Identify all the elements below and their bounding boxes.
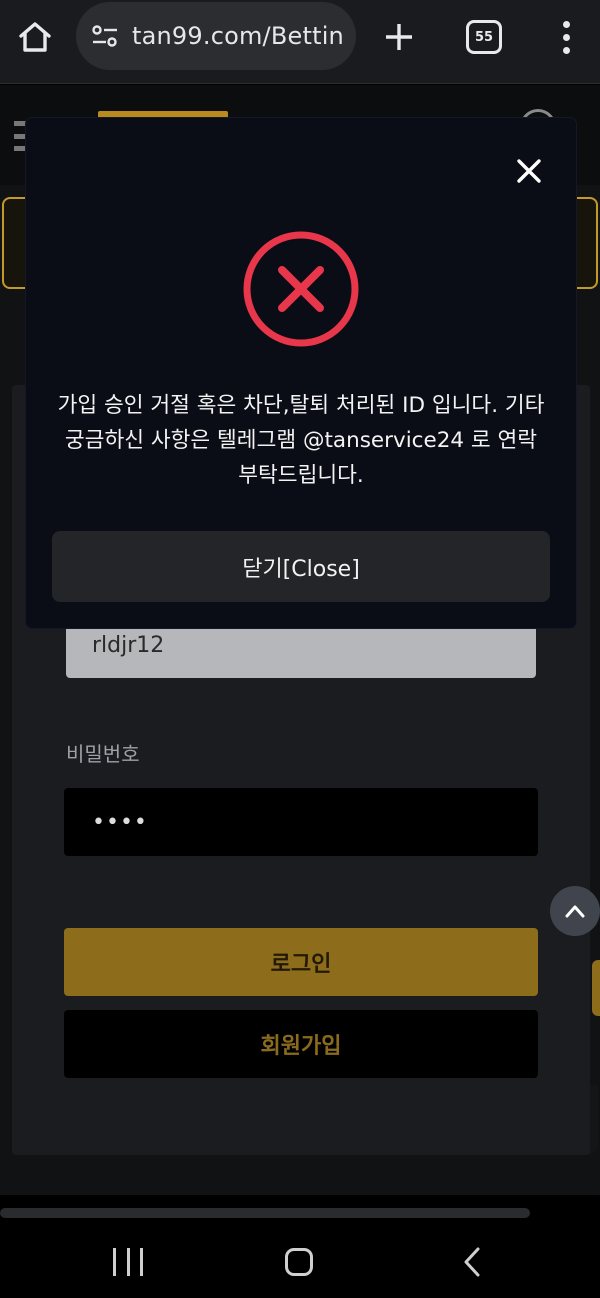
system-nav-bar <box>0 1226 600 1298</box>
more-vert-icon[interactable] <box>550 16 582 58</box>
error-x-circle-icon <box>243 231 359 347</box>
plus-icon <box>386 24 412 50</box>
dialog-message: 가입 승인 거절 혹은 차단,탈퇴 처리된 ID 입니다. 기타 궁금하신 사항… <box>46 388 556 493</box>
tune-icon[interactable] <box>90 21 120 51</box>
login-button-label: 로그인 <box>270 952 332 977</box>
close-button[interactable]: 닫기[Close] <box>52 531 550 602</box>
side-tab[interactable] <box>592 960 600 1016</box>
browser-toolbar: tan99.com/Bettin 55 <box>0 0 600 84</box>
dialog-message-line: 부탁드립니다. <box>238 463 364 488</box>
password-label: 비밀번호 <box>66 742 140 766</box>
tab-count: 55 <box>474 29 494 45</box>
password-input[interactable]: •••• <box>64 788 538 856</box>
tab-switcher-button[interactable]: 55 <box>466 20 502 54</box>
new-tab-button[interactable] <box>378 16 420 58</box>
login-button[interactable]: 로그인 <box>64 928 538 996</box>
signup-button[interactable]: 회원가입 <box>64 1010 538 1078</box>
url-text[interactable]: tan99.com/Bettin <box>132 22 344 50</box>
error-dialog: 가입 승인 거절 혹은 차단,탈퇴 처리된 ID 입니다. 기타 궁금하신 사항… <box>26 118 576 628</box>
home-icon <box>19 22 51 52</box>
dialog-message-line: 가입 승인 거절 혹은 차단,탈퇴 처리된 ID 입니다. 기타 <box>57 393 545 418</box>
dialog-message-line: 궁금하신 사항은 텔레그램 @tanservice24 로 연락 <box>64 428 538 453</box>
home-button[interactable] <box>14 16 56 58</box>
close-button-label: 닫기[Close] <box>242 556 360 582</box>
user-id-value: rldjr12 <box>92 632 165 658</box>
horizontal-scrollbar[interactable] <box>0 1208 530 1218</box>
recents-icon[interactable] <box>113 1248 143 1276</box>
chevron-up-icon <box>565 905 585 918</box>
password-value: •••• <box>92 809 148 835</box>
close-icon <box>517 159 541 183</box>
dialog-close-button[interactable] <box>512 154 546 188</box>
address-bar[interactable]: tan99.com/Bettin <box>76 2 356 70</box>
signup-button-label: 회원가입 <box>260 1034 342 1059</box>
back-icon[interactable] <box>460 1246 484 1278</box>
home-button-icon[interactable] <box>285 1248 313 1276</box>
scroll-top-button[interactable] <box>550 886 600 936</box>
